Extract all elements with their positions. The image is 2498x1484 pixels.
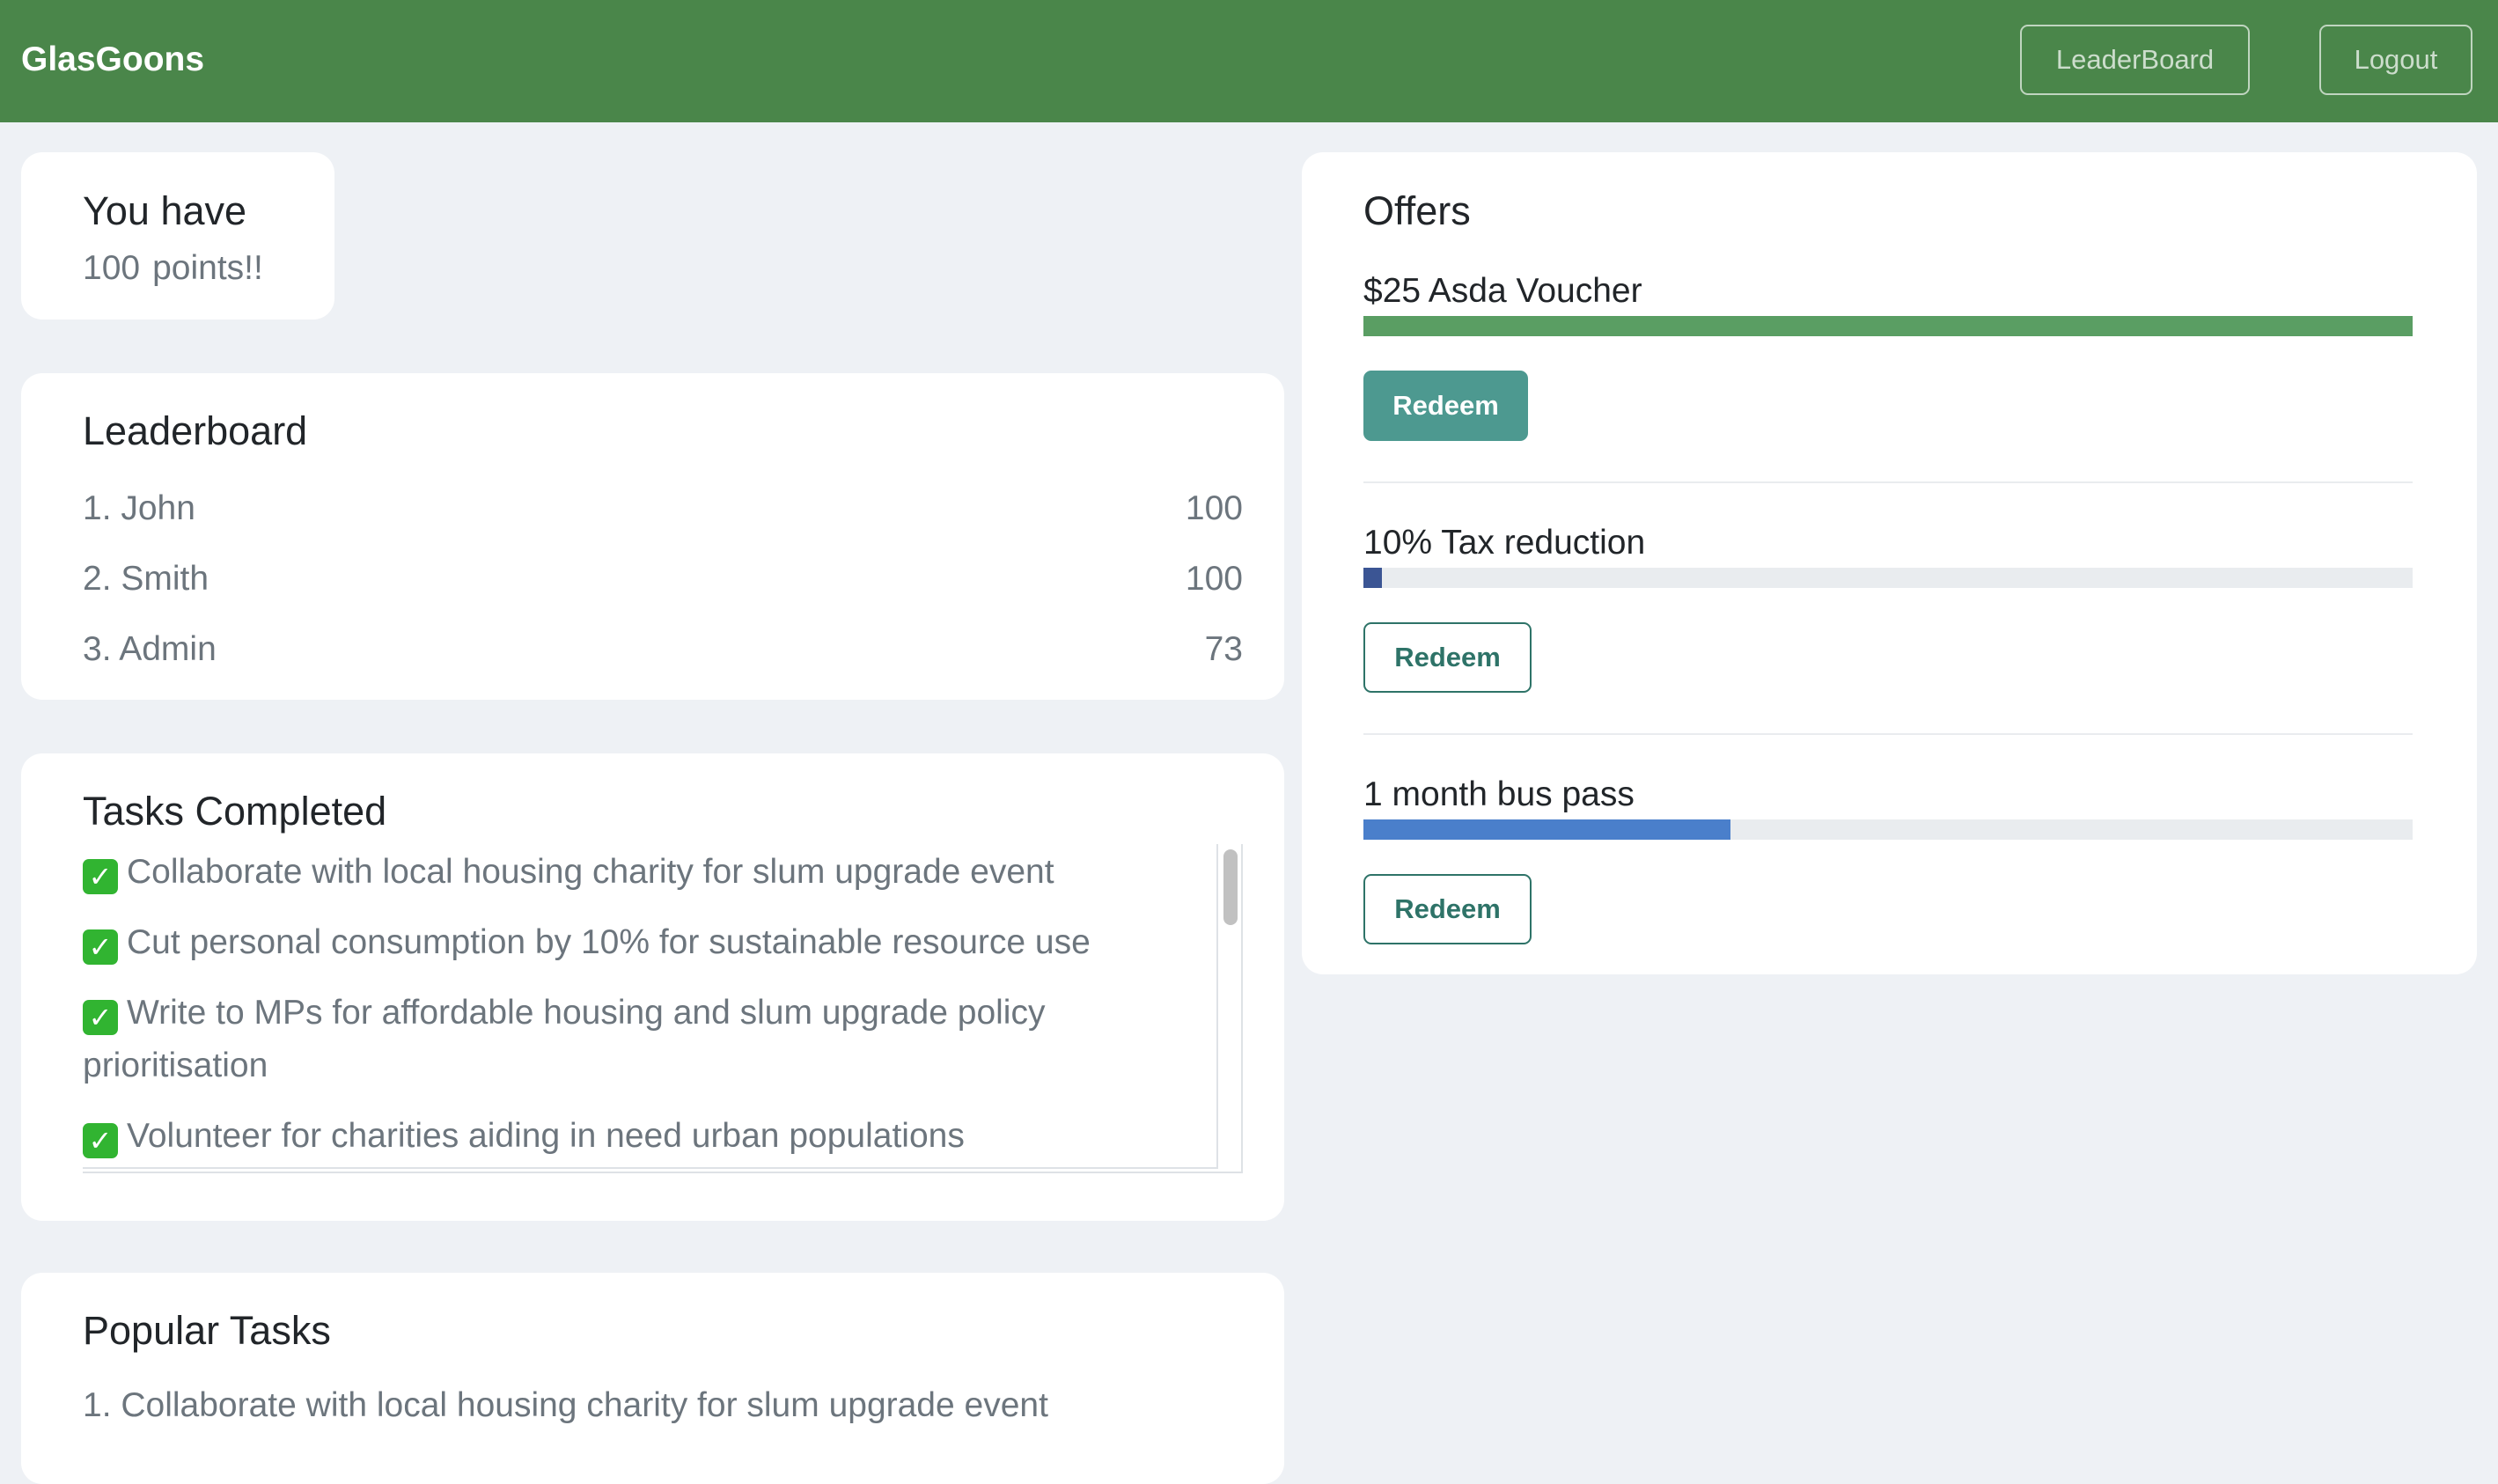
- offer-progress-fill: [1363, 819, 1731, 840]
- tasks-completed-title: Tasks Completed: [83, 789, 387, 834]
- offer-progress-bar: [1363, 316, 2413, 336]
- list-item: ✓ Collaborate with local housing charity …: [83, 846, 1201, 899]
- points-value: 100: [83, 249, 141, 287]
- leaderboard-nav-button[interactable]: LeaderBoard: [2020, 25, 2250, 95]
- leaderboard-name: 2. Smith: [83, 560, 209, 598]
- scrollbar-thumb[interactable]: [1223, 849, 1238, 925]
- tasks-completed-frame: ✓ Collaborate with local housing charity …: [83, 844, 1243, 1173]
- points-card: You have 100 points!!: [21, 152, 334, 320]
- leaderboard-score: 100: [1185, 489, 1243, 527]
- points-card-title: You have: [83, 188, 247, 233]
- list-item: ✓ Write to MPs for affordable housing and…: [83, 987, 1201, 1092]
- leaderboard-card: Leaderboard 1. John 100 2. Smith 100 3. …: [21, 373, 1284, 700]
- task-text: Write to MPs for affordable housing and …: [83, 994, 1046, 1084]
- offer-title: 1 month bus pass: [1363, 775, 1635, 813]
- list-item: ✓ Cut personal consumption by 10% for sus…: [83, 916, 1201, 969]
- task-text: Cut personal consumption by 10% for sust…: [127, 923, 1091, 961]
- leaderboard-title: Leaderboard: [83, 408, 308, 453]
- offer-progress-fill: [1363, 568, 1383, 588]
- redeem-button[interactable]: Redeem: [1363, 622, 1532, 693]
- check-icon: ✓: [83, 1000, 118, 1035]
- list-item: ✓ Volunteer for charities aiding in need …: [83, 1110, 1201, 1163]
- navbar: GlasGoons LeaderBoard Logout: [0, 0, 2498, 122]
- offer-progress-fill: [1363, 316, 2413, 336]
- brand-logo[interactable]: GlasGoons: [21, 39, 204, 81]
- offer-title: 10% Tax reduction: [1363, 524, 1646, 562]
- logout-button[interactable]: Logout: [2319, 25, 2472, 95]
- leaderboard-row: 2. Smith 100: [83, 553, 1243, 606]
- offer-progress-bar: [1363, 819, 2413, 840]
- leaderboard-name: 1. John: [83, 489, 195, 527]
- offer-progress-bar: [1363, 568, 2413, 588]
- popular-tasks-title: Popular Tasks: [83, 1308, 331, 1353]
- list-item: 1. Collaborate with local housing charit…: [83, 1386, 1048, 1424]
- check-icon: ✓: [83, 929, 118, 965]
- divider: [1363, 733, 2413, 735]
- offer-title: $25 Asda Voucher: [1363, 272, 1642, 310]
- points-suffix: points!!: [152, 249, 263, 287]
- offer-item: 10% Tax reduction Redeem: [1363, 522, 2413, 698]
- check-icon: ✓: [83, 859, 118, 894]
- offer-item: 1 month bus pass Redeem: [1363, 774, 2413, 950]
- task-text: Collaborate with local housing charity f…: [127, 853, 1054, 891]
- leaderboard-score: 73: [1204, 630, 1243, 668]
- redeem-button[interactable]: Redeem: [1363, 874, 1532, 944]
- divider: [1363, 481, 2413, 483]
- leaderboard-row: 3. Admin 73: [83, 623, 1243, 676]
- leaderboard-name: 3. Admin: [83, 630, 217, 668]
- tasks-completed-list[interactable]: ✓ Collaborate with local housing charity …: [83, 844, 1218, 1169]
- offers-title: Offers: [1363, 188, 1471, 233]
- leaderboard-row: 1. John 100: [83, 482, 1243, 535]
- popular-tasks-card: Popular Tasks 1. Collaborate with local …: [21, 1273, 1284, 1484]
- check-icon: ✓: [83, 1123, 118, 1158]
- offers-card: Offers $25 Asda Voucher Redeem 10% Tax r…: [1302, 152, 2477, 974]
- task-text: Volunteer for charities aiding in need u…: [127, 1117, 965, 1155]
- redeem-button[interactable]: Redeem: [1363, 371, 1528, 441]
- tasks-completed-card: Tasks Completed ✓ Collaborate with local …: [21, 753, 1284, 1221]
- leaderboard-score: 100: [1185, 560, 1243, 598]
- offer-item: $25 Asda Voucher Redeem: [1363, 270, 2413, 446]
- points-summary: 100 points!!: [83, 247, 276, 290]
